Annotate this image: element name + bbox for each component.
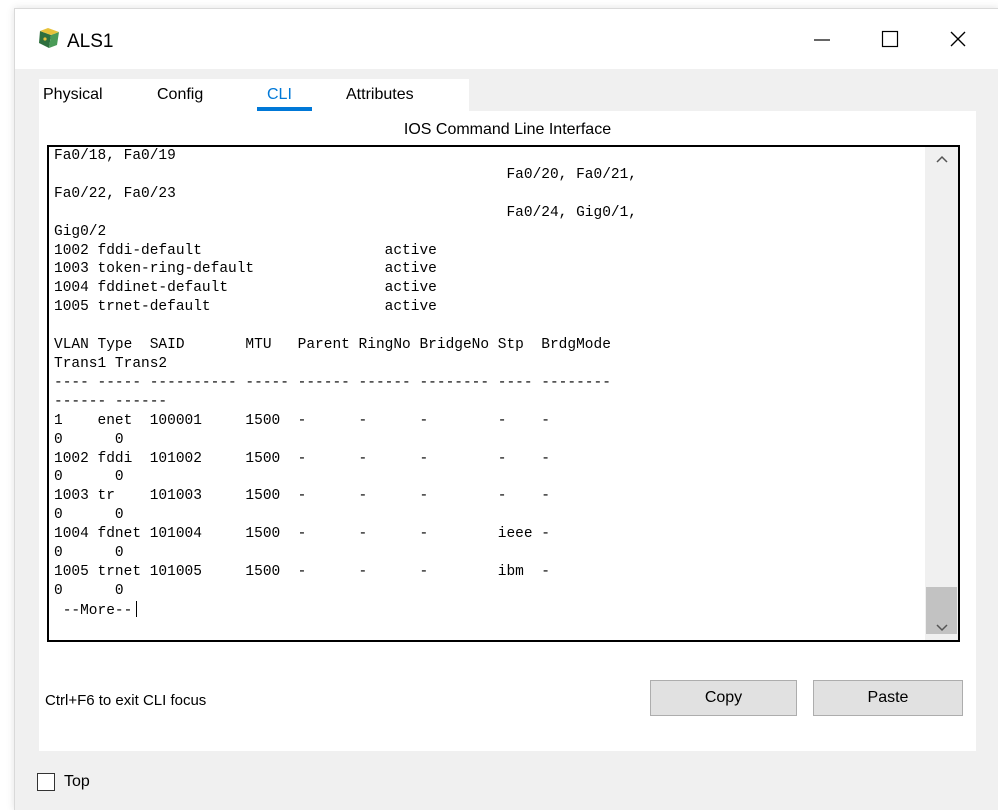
client-area: Physical Config CLI Attributes IOS Comma… [15,69,998,810]
cli-scrollbar[interactable] [925,147,958,640]
minimize-button[interactable] [799,19,845,59]
scroll-up-button[interactable] [925,147,958,171]
cli-line: 0 0 [54,507,124,524]
cli-line: 1004 fddinet-default active [54,280,437,297]
device-window: ALS1 Physical Config CLI Attributes IOS … [14,8,998,810]
cli-terminal[interactable]: Fa0/18, Fa0/19 Fa0/20, Fa0/21, Fa0/22, F… [47,145,960,642]
close-button[interactable] [935,19,981,59]
cli-line: Fa0/20, Fa0/21, [54,166,637,183]
cli-line: 0 0 [54,431,124,448]
scroll-down-button[interactable] [925,616,958,640]
cli-line: ------ ------ [54,393,168,410]
cli-line: 1002 fddi 101002 1500 - - - - - [54,450,550,467]
cli-line: VLAN Type SAID MTU Parent RingNo BridgeN… [54,337,611,354]
minimize-icon [814,39,830,41]
maximize-button[interactable] [867,19,913,59]
cli-line: 0 0 [54,545,124,562]
cli-line: 1005 trnet 101005 1500 - - - ibm - [54,563,550,580]
top-option: Top [37,771,90,793]
cli-focus-hint: Ctrl+F6 to exit CLI focus [45,692,207,709]
chevron-down-icon [935,624,948,632]
top-checkbox-label[interactable]: Top [64,773,90,791]
chevron-up-icon [935,155,948,163]
top-checkbox[interactable] [37,773,55,791]
cli-line: Fa0/24, Gig0/1, [54,204,637,221]
cli-line: 0 0 [54,469,124,486]
maximize-icon [881,30,899,48]
cli-caption: IOS Command Line Interface [403,121,612,138]
more-prompt: --More-- [54,602,133,619]
tab-cli[interactable]: CLI [267,85,292,105]
cli-line: 1002 fddi-default active [54,242,437,259]
tab-attributes[interactable]: Attributes [346,85,414,105]
tab-config[interactable]: Config [157,85,203,105]
cli-line: 1003 token-ring-default active [54,261,437,278]
cli-line: Gig0/2 [54,223,107,240]
cli-line: 0 0 [54,582,124,599]
cli-line: 1 enet 100001 1500 - - - - - [54,412,550,429]
cli-line: Trans1 Trans2 [54,355,168,372]
title-bar: ALS1 [15,9,998,69]
copy-button[interactable]: Copy [650,680,797,716]
window-title: ALS1 [67,31,114,52]
tab-header: Physical Config CLI Attributes [39,79,469,111]
cli-panel: IOS Command Line Interface Fa0/18, Fa0/1… [39,111,976,751]
cli-line: 1005 trnet-default active [54,299,437,316]
close-icon [950,31,966,47]
tab-strip: Physical Config CLI Attributes [39,79,959,111]
tab-physical[interactable]: Physical [43,85,103,105]
text-cursor [136,600,138,617]
router-device-icon [37,27,61,51]
cli-line: Fa0/22, Fa0/23 [54,185,176,202]
cli-line: ---- ----- ---------- ----- ------ -----… [54,374,611,391]
cli-line: 1004 fdnet 101004 1500 - - - ieee - [54,526,550,543]
paste-button[interactable]: Paste [813,680,963,716]
cli-output[interactable]: Fa0/18, Fa0/19 Fa0/20, Fa0/21, Fa0/22, F… [54,147,914,621]
cli-line: 1003 tr 101003 1500 - - - - - [54,488,550,505]
cli-line: Fa0/18, Fa0/19 [54,148,176,164]
